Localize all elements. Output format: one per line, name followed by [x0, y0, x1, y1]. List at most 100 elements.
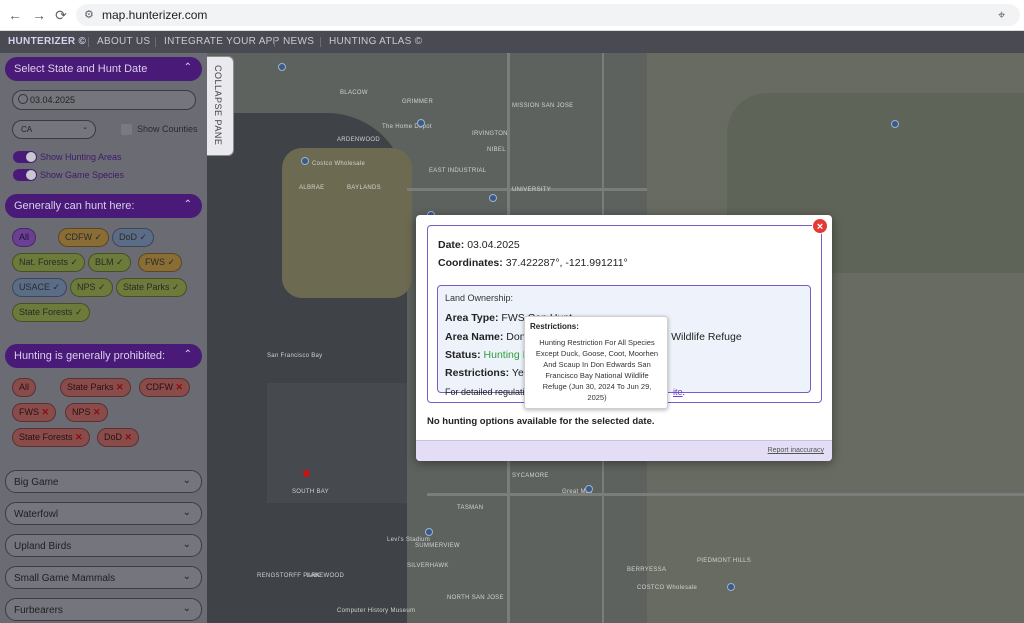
accordion-label: Furbearers — [14, 605, 63, 616]
poi-pin[interactable] — [301, 157, 309, 165]
prohibited-header[interactable]: Hunting is generally prohibited: ⌃ — [5, 344, 202, 368]
chevron-down-icon: ⌄ — [182, 507, 191, 518]
chip-can-nps[interactable]: NPS ✓ — [70, 278, 113, 297]
poi-pin[interactable] — [489, 194, 497, 202]
back-icon[interactable]: ← — [6, 6, 24, 24]
chevron-down-icon: ⌄ — [182, 539, 191, 550]
regulations-link[interactable]: ite — [673, 387, 683, 397]
accordion-label: Small Game Mammals — [14, 573, 116, 584]
chip-label: DoD — [104, 432, 123, 442]
show-hunting-areas-toggle[interactable] — [13, 151, 37, 163]
reload-icon[interactable]: ⟳ — [52, 6, 70, 24]
chip-can-state-parks[interactable]: State Parks ✓ — [116, 278, 187, 297]
section-title: Hunting is generally prohibited: — [14, 350, 166, 362]
chip-no-cdfw[interactable]: CDFW ✕ — [139, 378, 191, 397]
chip-can-blm[interactable]: BLM ✓ — [88, 253, 131, 272]
selected-location-marker[interactable] — [303, 470, 310, 477]
map-label: SILVERHAWK — [407, 563, 449, 569]
nav-about-us[interactable]: ABOUT US — [97, 36, 150, 47]
refuge-area — [282, 148, 412, 298]
chip-can-cdfw[interactable]: CDFW ✓ — [58, 228, 110, 247]
map-label: BAYLANDS — [347, 185, 381, 191]
chip-can-fws[interactable]: FWS ✓ — [138, 253, 183, 272]
map-label: BERRYESSA — [627, 567, 667, 573]
map-label: SYCAMORE — [512, 473, 549, 479]
coordinates-value: 37.422287°, -121.991211° — [505, 257, 628, 269]
accordion-label: Big Game — [14, 477, 59, 488]
close-icon[interactable]: × — [812, 218, 828, 234]
restrictions-label: Restrictions: — [445, 367, 510, 379]
poi-pin[interactable] — [891, 120, 899, 128]
chip-no-state-parks[interactable]: State Parks ✕ — [60, 378, 131, 397]
status-row: Status: Hunting Is — [445, 349, 531, 361]
report-inaccuracy-link[interactable]: Report inaccuracy — [768, 447, 824, 454]
chevron-down-icon: ⌄ — [82, 124, 88, 131]
coordinates-row: Coordinates: 37.422287°, -121.991211° — [438, 257, 628, 269]
nav-integrate[interactable]: INTEGRATE YOUR APP — [164, 36, 280, 47]
popup-footer: Report inaccuracy — [416, 440, 832, 461]
close-icon: ✕ — [175, 382, 184, 392]
map-label: NORTH SAN JOSE — [447, 595, 504, 601]
show-game-species-label: Show Game Species — [40, 170, 125, 180]
chip-no-dod[interactable]: DoD ✕ — [97, 428, 140, 447]
restrictions-row[interactable]: Restrictions: Yes — [445, 367, 529, 379]
area-name-label: Area Name: — [445, 331, 504, 343]
collapse-pane-label: COLLAPSE PANE — [213, 65, 223, 146]
close-icon: ✕ — [41, 407, 50, 417]
date-value[interactable]: 03.04.2025 — [30, 95, 75, 105]
state-select[interactable]: CA ⌄ — [12, 120, 96, 139]
forward-icon[interactable]: → — [30, 6, 48, 24]
map-label: GRIMMER — [402, 99, 434, 105]
poi-pin[interactable] — [727, 583, 735, 591]
chip-no-state-forests[interactable]: State Forests ✕ — [12, 428, 90, 447]
map-label: MISSION SAN JOSE — [512, 103, 574, 109]
map-label: NIBEL — [487, 147, 506, 153]
chip-can-state-forests[interactable]: State Forests ✓ — [12, 303, 90, 322]
poi-pin[interactable] — [425, 528, 433, 536]
area-type-label: Area Type: — [445, 312, 499, 324]
accordion-small-game[interactable]: Small Game Mammals ⌄ — [5, 566, 202, 589]
chip-can-nat-forests[interactable]: Nat. Forests ✓ — [12, 253, 86, 272]
accordion-furbearers[interactable]: Furbearers ⌄ — [5, 598, 202, 621]
url-text[interactable]: map.hunterizer.com — [102, 8, 207, 22]
location-icon[interactable]: ⌖ — [998, 7, 1012, 23]
date-value: 03.04.2025 — [467, 239, 520, 251]
accordion-big-game[interactable]: Big Game ⌄ — [5, 470, 202, 493]
chip-can-all[interactable]: All — [12, 228, 37, 247]
nav-divider — [155, 37, 156, 47]
map-label: ARDENWOOD — [337, 137, 381, 143]
site-settings-icon[interactable]: ⚙ — [84, 8, 98, 22]
select-state-header[interactable]: Select State and Hunt Date ⌃ — [5, 57, 202, 81]
brand-logo[interactable]: HUNTERIZER © — [8, 36, 86, 47]
chip-label: FWS — [19, 407, 39, 417]
accordion-upland-birds[interactable]: Upland Birds ⌄ — [5, 534, 202, 557]
chip-can-dod[interactable]: DoD ✓ — [112, 228, 155, 247]
poi-pin[interactable] — [585, 485, 593, 493]
collapse-pane-button[interactable]: COLLAPSE PANE — [205, 56, 234, 156]
poi-pin[interactable] — [417, 119, 425, 127]
accordion-waterfowl[interactable]: Waterfowl ⌄ — [5, 502, 202, 525]
date-input[interactable]: 03.04.2025 — [12, 90, 196, 110]
can-hunt-header[interactable]: Generally can hunt here: ⌃ — [5, 194, 202, 218]
map-label: TASMAN — [457, 505, 484, 511]
map-label: EAST INDUSTRIAL — [429, 168, 487, 174]
poi-pin[interactable] — [278, 63, 286, 71]
chevron-down-icon: ⌄ — [182, 571, 191, 582]
chip-can-usace[interactable]: USACE ✓ — [12, 278, 68, 297]
nav-hunting-atlas[interactable]: HUNTING ATLAS © — [329, 36, 422, 47]
map-label: San Francisco Bay — [267, 353, 323, 359]
area-name-row: Area Name: Don E — [445, 331, 535, 343]
chip-no-fws[interactable]: FWS ✕ — [12, 403, 57, 422]
show-counties-checkbox[interactable] — [121, 124, 132, 135]
address-bar[interactable]: ⚙ map.hunterizer.com ⌖ — [76, 4, 1020, 26]
show-game-species-toggle[interactable] — [13, 169, 37, 181]
no-options-message: No hunting options available for the sel… — [427, 416, 655, 427]
map-label: COSTCO Wholesale — [637, 585, 698, 591]
nav-news[interactable]: NEWS — [283, 36, 314, 47]
chip-label: CDFW — [146, 382, 173, 392]
chevron-down-icon: ⌄ — [182, 603, 191, 614]
tooltip-body: Hunting Restriction For All Species Exce… — [535, 338, 659, 402]
nav-divider — [320, 37, 321, 47]
chip-no-all[interactable]: All — [12, 378, 37, 397]
chip-no-nps[interactable]: NPS ✕ — [65, 403, 108, 422]
